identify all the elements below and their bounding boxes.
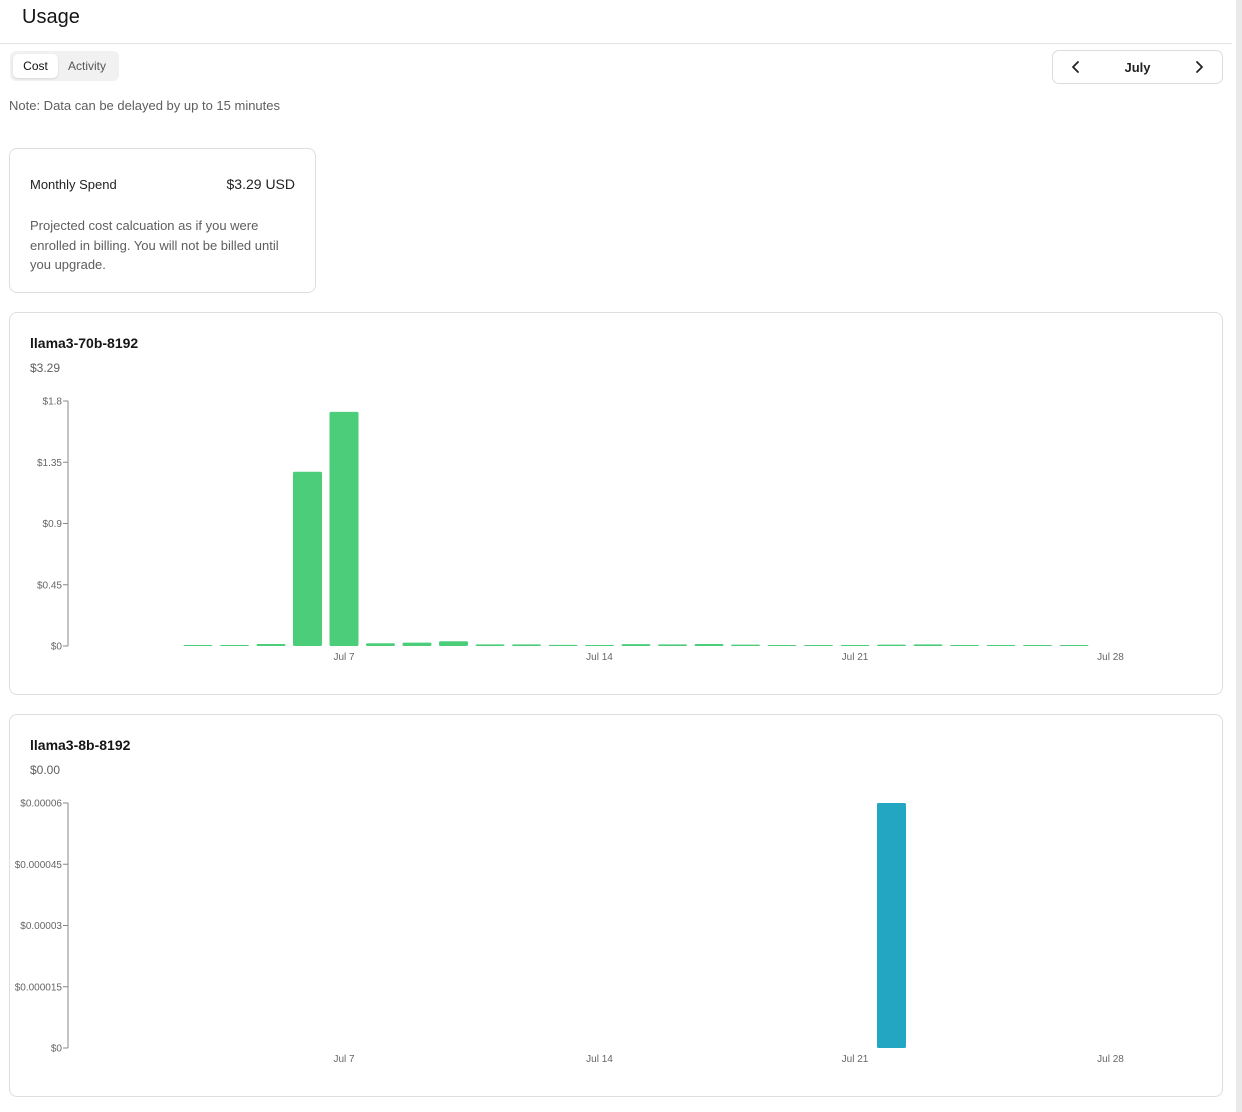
chevron-left-icon — [1072, 61, 1079, 73]
monthly-spend-value: $3.29 USD — [226, 176, 295, 192]
y-tick-label: $0 — [51, 642, 63, 653]
view-tabs: Cost Activity — [10, 51, 119, 81]
y-tick-label: $0.000045 — [15, 860, 63, 871]
bar-jul-15[interactable] — [621, 644, 651, 646]
page-title: Usage — [22, 6, 80, 28]
bar-jul-20[interactable] — [804, 645, 833, 646]
tab-cost[interactable]: Cost — [13, 54, 58, 78]
bar-jul-3[interactable] — [183, 645, 213, 646]
bar-jul-25[interactable] — [986, 645, 1016, 646]
bar-jul-17[interactable] — [694, 643, 724, 646]
y-tick-label: $1.8 — [43, 397, 63, 408]
bar-jul-4[interactable] — [220, 645, 249, 646]
prev-month-button[interactable] — [1059, 51, 1093, 83]
delay-note: Note: Data can be delayed by up to 15 mi… — [9, 98, 281, 113]
bar-jul-27[interactable] — [1059, 645, 1089, 646]
y-tick-label: $0.00003 — [20, 921, 62, 932]
next-month-button[interactable] — [1182, 51, 1216, 83]
y-tick-label: $0.9 — [43, 519, 63, 530]
bar-jul-16[interactable] — [658, 644, 687, 646]
cost-bar-chart: $0 $0.000015 $0.00003 $0.000045 $0.00006 Jul … — [15, 799, 1125, 1066]
cost-bar-chart: $0 $0.45 $0.9 $1.35 $1.8 Jul 7 Jul 14 Jul 21 Jul… — [37, 397, 1124, 664]
bar-jul-9[interactable] — [402, 642, 432, 646]
y-tick-label: $0.45 — [37, 580, 62, 591]
current-month: July — [1124, 60, 1151, 75]
month-selector: July — [1052, 50, 1223, 84]
bar-jul-11[interactable] — [475, 644, 505, 646]
page-header: Usage — [0, 0, 1232, 44]
x-tick-label: Jul 28 — [1097, 652, 1124, 663]
bar-jul-19[interactable] — [767, 645, 797, 646]
chevron-right-icon — [1196, 61, 1203, 73]
bar-jul-10[interactable] — [439, 641, 468, 646]
bar-jul-22[interactable] — [877, 644, 906, 646]
x-tick-label: Jul 21 — [842, 1054, 869, 1065]
bar-jul-26[interactable] — [1023, 645, 1052, 646]
bar-jul-21[interactable] — [840, 645, 870, 646]
bar-jul-7[interactable] — [329, 411, 359, 646]
monthly-spend-label: Monthly Spend — [30, 177, 117, 192]
bar-jul-5[interactable] — [256, 643, 286, 646]
bar-jul-14[interactable] — [585, 645, 614, 646]
bar-jul-24[interactable] — [950, 645, 979, 646]
x-tick-label: Jul 7 — [333, 1054, 355, 1065]
x-tick-label: Jul 7 — [333, 652, 355, 663]
y-tick-label: $0.000015 — [15, 982, 63, 993]
model-cost-card-llama3-70b: llama3-70b-8192 $3.29 $0 $0.45 $0.9 $1.35 $1… — [9, 312, 1223, 695]
x-tick-label: Jul 28 — [1097, 1054, 1124, 1065]
tab-activity[interactable]: Activity — [58, 54, 116, 78]
x-tick-label: Jul 14 — [586, 652, 613, 663]
bar-jul-23[interactable] — [913, 644, 943, 646]
monthly-spend-card: Monthly Spend $3.29 USD Projected cost c… — [9, 148, 316, 293]
monthly-spend-description: Projected cost calcuation as if you were… — [30, 218, 279, 272]
bar-jul-12[interactable] — [512, 644, 541, 646]
bar-jul-22[interactable] — [877, 803, 906, 1048]
y-tick-label: $1.35 — [37, 458, 62, 469]
model-cost-card-llama3-8b: llama3-8b-8192 $0.00 $0 $0.000015 $0.00003… — [9, 714, 1223, 1097]
bar-jul-8[interactable] — [366, 643, 395, 646]
bar-jul-13[interactable] — [548, 644, 578, 646]
bar-jul-18[interactable] — [731, 644, 760, 646]
x-tick-label: Jul 14 — [586, 1054, 613, 1065]
y-tick-label: $0 — [51, 1044, 63, 1055]
bar-jul-6[interactable] — [293, 471, 322, 646]
scrollbar-track[interactable] — [1236, 0, 1242, 1112]
y-tick-label: $0.00006 — [20, 799, 62, 810]
x-tick-label: Jul 21 — [842, 652, 869, 663]
